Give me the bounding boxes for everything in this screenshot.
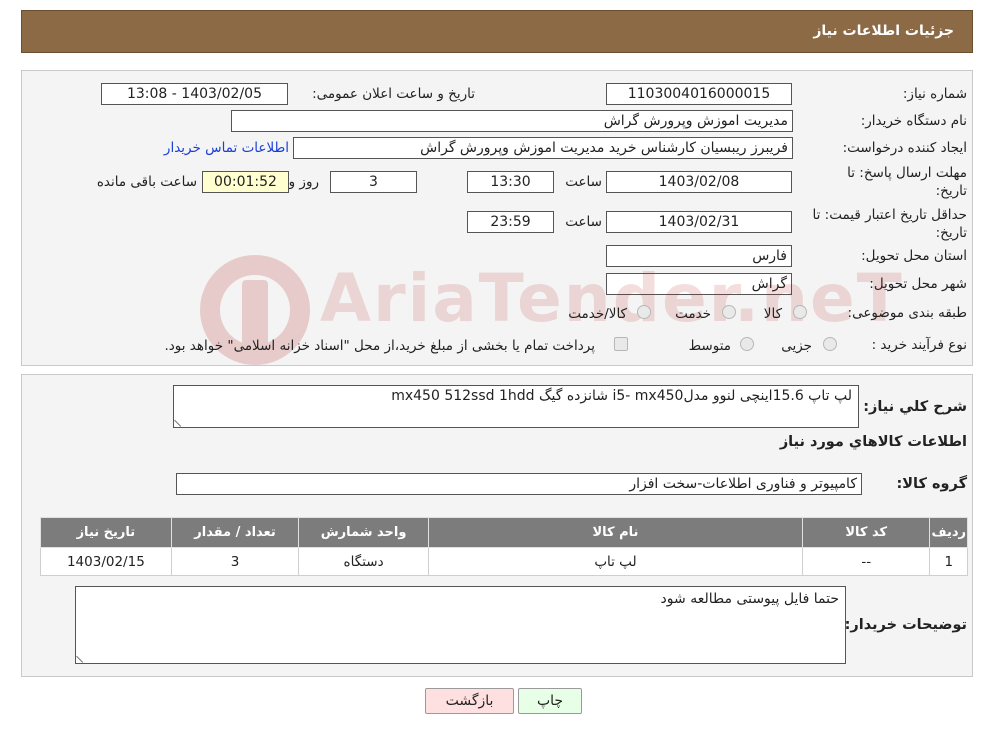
goods-group-label: گروه کالا: (896, 476, 967, 492)
items-table-header-row: رديف کد کالا نام کالا واحد شمارش تعداد /… (40, 517, 968, 548)
reply-deadline-label: مهلت ارسال پاسخ: تا (847, 165, 967, 181)
days-label: روز و (288, 174, 319, 190)
goods-group-field[interactable]: کامپیوتر و فناوری اطلاعات-سخت افزار (176, 473, 862, 495)
requester-label: ایجاد کننده درخواست: (842, 140, 967, 156)
description-text: لپ تاپ 15.6اینچی لنوو مدلi5- mx450 شانزد… (391, 388, 852, 404)
price-validity-date-field[interactable]: 1403/02/31 (606, 211, 792, 233)
category-goods-label: کالا (763, 306, 782, 322)
buyer-org-field[interactable]: مدیریت اموزش وپرورش گراش (231, 110, 793, 132)
category-goods-service-radio[interactable] (637, 305, 651, 319)
price-validity-label: حداقل تاریخ اعتبار قیمت: تا (812, 207, 967, 223)
col-header-quantity: تعداد / مقدار (170, 517, 300, 548)
need-number-field[interactable]: 1103004016000015 (606, 83, 792, 105)
page-title: جزئیات اطلاعات نیاز (813, 23, 954, 39)
buyer-org-label: نام دستگاه خریدار: (860, 113, 967, 129)
resize-grip-icon[interactable] (174, 414, 187, 427)
category-goods-radio[interactable] (793, 305, 807, 319)
category-goods-service-label: کالا/خدمت (568, 306, 627, 322)
print-button[interactable]: چاپ (518, 688, 582, 714)
cell-row-number: 1 (929, 547, 968, 576)
buyer-notes-label: توضیحات خریدار: (844, 617, 967, 633)
cell-need-date: 1403/02/15 (40, 547, 172, 576)
category-service-radio[interactable] (722, 305, 736, 319)
buyer-contact-link[interactable]: اطلاعات تماس خریدار (164, 140, 289, 156)
treasury-bonds-checkbox[interactable] (614, 337, 628, 351)
goods-section-title: اطلاعات کالاهاي مورد نياز (779, 434, 967, 450)
reply-deadline-label-2: تاریخ: (935, 183, 967, 199)
items-table: رديف کد کالا نام کالا واحد شمارش تعداد /… (40, 517, 968, 576)
need-number-label: شماره نیاز: (902, 86, 967, 102)
remaining-days-field[interactable]: 3 (330, 171, 417, 193)
col-header-row-number: رديف (929, 517, 968, 548)
remaining-time-label: ساعت باقی مانده (96, 174, 197, 190)
announce-datetime-field[interactable]: 1403/02/05 - 13:08 (101, 83, 288, 105)
treasury-bonds-note: پرداخت تمام یا بخشی از مبلغ خرید،از محل … (164, 338, 595, 354)
process-medium-label: متوسط (688, 338, 731, 354)
cell-quantity: 3 (170, 547, 300, 576)
resize-grip-icon[interactable] (76, 650, 89, 663)
requester-field[interactable]: فریبرز ریبسیان کارشناس خرید مدیریت اموزش… (293, 137, 793, 159)
price-validity-label-2: تاریخ: (935, 225, 967, 241)
col-header-unit: واحد شمارش (298, 517, 429, 548)
cell-item-code: -- (802, 547, 931, 576)
buyer-notes-text: حتما فایل پیوستی مطالعه شود (660, 591, 839, 607)
cell-unit: دستگاه (298, 547, 429, 576)
table-row[interactable]: 1 -- لپ تاپ دستگاه 3 1403/02/15 (40, 547, 968, 576)
description-textarea[interactable]: لپ تاپ 15.6اینچی لنوو مدلi5- mx450 شانزد… (173, 385, 859, 428)
category-label: طبقه بندی موضوعی: (847, 305, 967, 321)
col-header-item-name: نام کالا (427, 517, 804, 548)
col-header-item-code: کد کالا (802, 517, 931, 548)
description-label: شرح کلي نياز: (863, 399, 967, 415)
page-header: جزئیات اطلاعات نیاز (21, 10, 973, 53)
col-header-need-date: تاریخ نیاز (40, 517, 172, 548)
reply-deadline-time-label: ساعت (565, 174, 602, 190)
purchase-process-label: نوع فرآیند خرید : (871, 337, 967, 353)
process-minor-radio[interactable] (823, 337, 837, 351)
price-validity-time-label: ساعت (565, 214, 602, 230)
back-button[interactable]: بازگشت (425, 688, 514, 714)
price-validity-time-field[interactable]: 23:59 (467, 211, 554, 233)
category-service-label: خدمت (675, 306, 711, 322)
reply-deadline-date-field[interactable]: 1403/02/08 (606, 171, 792, 193)
watermark-text: AriaTender.neT (320, 260, 904, 337)
process-medium-radio[interactable] (740, 337, 754, 351)
cell-item-name: لپ تاپ (427, 547, 804, 576)
process-minor-label: جزیی (781, 338, 812, 354)
buyer-notes-textarea[interactable]: حتما فایل پیوستی مطالعه شود (75, 586, 846, 664)
announce-datetime-label: تاریخ و ساعت اعلان عمومی: (312, 86, 475, 102)
reply-deadline-time-field[interactable]: 13:30 (467, 171, 554, 193)
remaining-time-field[interactable]: 00:01:52 (202, 171, 289, 193)
